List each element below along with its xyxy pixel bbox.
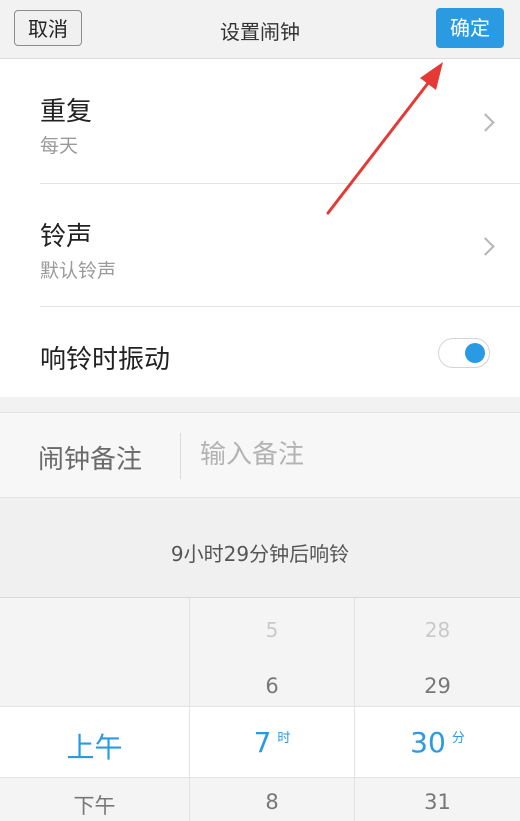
hour-column[interactable]: 5 6 7时 8 xyxy=(190,598,354,821)
repeat-row[interactable]: 重复 每天 xyxy=(0,59,520,183)
minute-option[interactable]: 29 xyxy=(355,674,520,698)
ringtone-label: 铃声 xyxy=(40,222,93,252)
ampm-option[interactable]: 下午 xyxy=(0,790,189,820)
repeat-value: 每天 xyxy=(40,135,79,157)
minute-unit: 分 xyxy=(451,731,465,746)
hour-option[interactable]: 6 xyxy=(190,674,354,698)
minute-option[interactable]: 31 xyxy=(355,790,520,814)
note-input[interactable] xyxy=(200,435,500,475)
toggle-knob xyxy=(465,343,485,363)
confirm-button[interactable]: 确定 xyxy=(436,8,504,48)
countdown-banner: 9小时29分钟后响铃 xyxy=(0,498,520,598)
time-picker: 上午 下午 5 6 7时 8 28 29 30 分 31 xyxy=(0,598,520,821)
repeat-label: 重复 xyxy=(40,97,93,127)
vibrate-label: 响铃时振动 xyxy=(40,345,171,375)
top-bar: 取消 设置闹钟 确定 xyxy=(0,0,520,59)
hour-selected[interactable]: 7时 xyxy=(190,726,354,759)
ringtone-row[interactable]: 铃声 默认铃声 xyxy=(0,184,520,306)
note-separator xyxy=(180,433,181,479)
ringtone-value: 默认铃声 xyxy=(40,260,117,282)
ampm-column[interactable]: 上午 下午 xyxy=(0,598,189,821)
hour-option[interactable]: 8 xyxy=(190,790,354,814)
chevron-right-icon xyxy=(476,237,495,256)
hour-unit: 时 xyxy=(277,731,291,746)
vibrate-toggle[interactable] xyxy=(438,338,490,368)
minute-value: 30 xyxy=(410,726,446,759)
hour-option[interactable]: 5 xyxy=(190,618,354,642)
section-gap xyxy=(0,397,520,412)
ampm-selected[interactable]: 上午 xyxy=(0,726,189,766)
note-row: 闹钟备注 xyxy=(0,412,520,498)
hour-value: 7 xyxy=(253,726,272,759)
note-label: 闹钟备注 xyxy=(38,445,143,475)
minute-selected[interactable]: 30 分 xyxy=(355,726,520,759)
minute-option[interactable]: 28 xyxy=(355,618,520,642)
countdown-text: 9小时29分钟后响铃 xyxy=(170,542,350,566)
chevron-right-icon xyxy=(476,113,495,132)
minute-column[interactable]: 28 29 30 分 31 xyxy=(355,598,520,821)
